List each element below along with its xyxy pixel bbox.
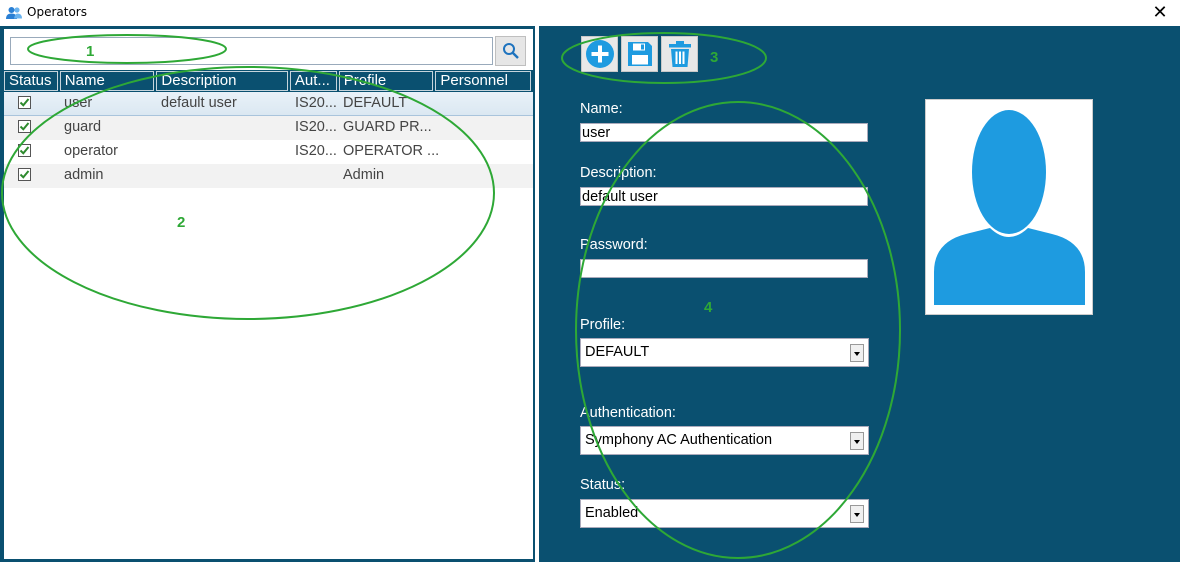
annotation-number-1: 1 — [86, 43, 95, 60]
status-checkbox[interactable] — [18, 168, 31, 181]
chevron-down-icon — [854, 440, 860, 444]
column-header-name[interactable]: Name — [59, 71, 155, 91]
check-icon — [19, 170, 30, 179]
window-title: Operators — [27, 5, 87, 19]
annotation-number-2: 2 — [177, 214, 186, 231]
description-label: Description: — [580, 165, 657, 181]
table-row[interactable]: user default user IS20... DEFAULT — [4, 92, 533, 116]
dropdown-arrow[interactable] — [850, 505, 864, 523]
search-input[interactable] — [10, 37, 493, 65]
trash-icon — [668, 41, 691, 67]
chevron-down-icon — [854, 513, 860, 517]
operators-list-panel: Status Name Description Aut... Profile P… — [0, 26, 535, 562]
dropdown-arrow[interactable] — [850, 344, 864, 362]
column-header-description[interactable]: Description — [156, 71, 288, 91]
row-name: admin — [64, 167, 104, 183]
row-name: guard — [64, 119, 102, 135]
authentication-select[interactable]: Symphony AC Authentication — [580, 426, 869, 455]
operator-photo[interactable] — [925, 99, 1093, 315]
annotation-number-3: 3 — [710, 49, 719, 66]
grid-header: Status Name Description Aut... Profile P… — [4, 70, 533, 92]
status-select[interactable]: Enabled — [580, 499, 869, 528]
column-header-profile[interactable]: Profile — [338, 71, 434, 91]
profile-select-value: DEFAULT — [585, 344, 650, 360]
table-row[interactable]: admin Admin — [4, 164, 533, 188]
row-name: operator — [64, 143, 119, 159]
table-row[interactable]: guard IS20... GUARD PR... — [4, 116, 533, 140]
dropdown-arrow[interactable] — [850, 432, 864, 450]
profile-label: Profile: — [580, 317, 626, 333]
search-icon — [502, 43, 519, 59]
row-authentication: IS20... — [295, 143, 337, 159]
status-checkbox[interactable] — [18, 96, 31, 109]
chevron-down-icon — [854, 352, 860, 356]
row-profile: DEFAULT — [343, 95, 408, 111]
check-icon — [19, 98, 30, 107]
person-avatar-icon — [934, 110, 1085, 305]
row-profile: GUARD PR... — [343, 119, 432, 135]
column-header-personnel[interactable]: Personnel — [435, 71, 531, 91]
search-button[interactable] — [495, 36, 526, 66]
name-label: Name: — [580, 101, 623, 117]
check-icon — [19, 122, 30, 131]
status-checkbox[interactable] — [18, 144, 31, 157]
table-row[interactable]: operator IS20... OPERATOR ... — [4, 140, 533, 164]
column-header-authentication[interactable]: Aut... — [289, 71, 337, 91]
row-name: user — [64, 95, 93, 111]
column-header-status[interactable]: Status — [4, 71, 58, 91]
description-field[interactable] — [580, 187, 868, 206]
password-field[interactable] — [580, 259, 868, 278]
check-icon — [19, 146, 30, 155]
status-label: Status: — [580, 477, 626, 493]
row-profile: OPERATOR ... — [343, 143, 440, 159]
status-checkbox[interactable] — [18, 120, 31, 133]
delete-button[interactable] — [661, 36, 698, 72]
save-button[interactable] — [621, 36, 658, 72]
authentication-select-value: Symphony AC Authentication — [585, 432, 773, 448]
operators-icon — [6, 7, 22, 19]
save-icon — [627, 42, 652, 66]
operator-detail-panel: Name: Description: Password: Profile: DE… — [539, 26, 1180, 562]
annotation-number-4: 4 — [704, 299, 713, 316]
profile-select[interactable]: DEFAULT — [580, 338, 869, 367]
row-description: default user — [161, 95, 237, 111]
authentication-label: Authentication: — [580, 405, 676, 421]
close-button[interactable]: ✕ — [1148, 2, 1172, 24]
password-label: Password: — [580, 237, 648, 253]
status-select-value: Enabled — [585, 505, 639, 521]
add-circle-icon — [585, 40, 614, 68]
row-authentication: IS20... — [295, 95, 337, 111]
name-field[interactable] — [580, 123, 868, 142]
title-bar: Operators ✕ — [0, 0, 1180, 26]
row-profile: Admin — [343, 167, 385, 183]
operators-list-area: Status Name Description Aut... Profile P… — [4, 29, 533, 559]
row-authentication: IS20... — [295, 119, 337, 135]
add-button[interactable] — [581, 36, 618, 72]
